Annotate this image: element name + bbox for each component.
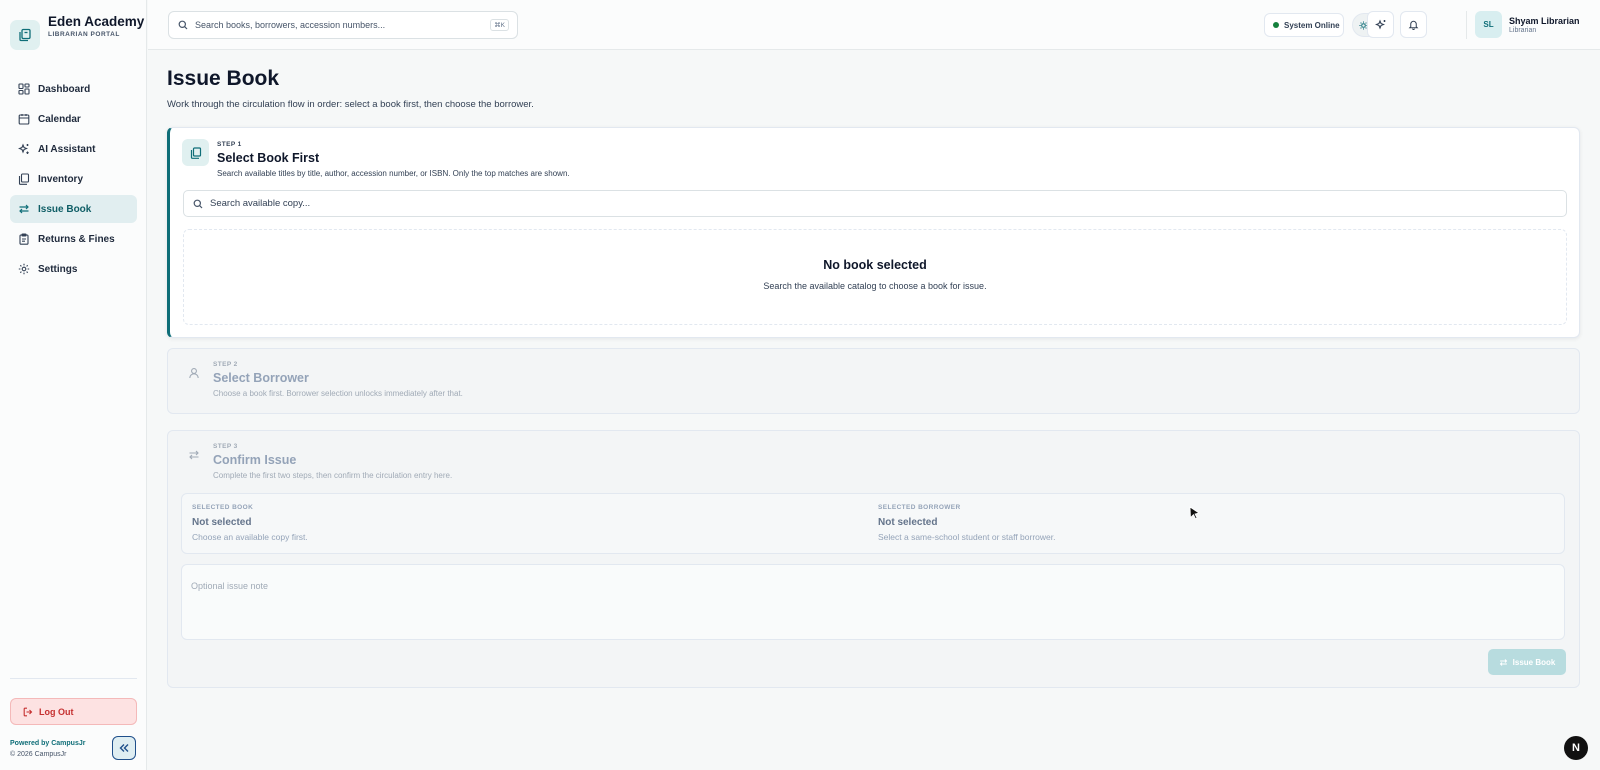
brand-portal: LIBRARIAN PORTAL [48, 31, 120, 38]
step-3-card: STEP 3 Confirm Issue Complete the first … [167, 430, 1580, 688]
empty-state-title: No book selected [823, 258, 927, 272]
selection-summary: SELECTED BOOK Not selected Choose an ava… [181, 493, 1565, 554]
search-placeholder: Search books, borrowers, accession numbe… [195, 20, 386, 30]
step-1-description: Search available titles by title, author… [217, 169, 570, 178]
sidebar-item-ai-assistant[interactable]: AI Assistant [10, 135, 137, 163]
brand-name: Eden Academy [48, 14, 145, 29]
transfer-icon [19, 204, 29, 214]
powered-by: Powered by CampusJr [10, 740, 86, 747]
notifications-button[interactable] [1400, 11, 1427, 38]
sidebar-item-inventory[interactable]: Inventory [10, 165, 137, 193]
copy-search-input[interactable]: Search available copy... [183, 190, 1567, 217]
step-2-label: STEP 2 [213, 361, 238, 368]
logout-icon [23, 707, 33, 716]
search-icon [193, 199, 203, 208]
copyright: © 2026 CampusJr [10, 751, 67, 758]
step-2-card: STEP 2 Select Borrower Choose a book fir… [167, 348, 1580, 414]
gear-icon [18, 263, 30, 275]
topbar-divider [1466, 11, 1467, 39]
sidebar-item-calendar[interactable]: Calendar [10, 105, 137, 133]
sidebar-item-label: Inventory [38, 173, 84, 185]
selected-borrower-hint: Select a same-school student or staff bo… [878, 532, 1056, 542]
clipboard-icon [19, 233, 29, 245]
empty-state-description: Search the available catalog to choose a… [763, 281, 987, 291]
user-menu[interactable]: SL Shyam Librarian Librarian [1475, 11, 1580, 38]
page-title: Issue Book [167, 67, 280, 90]
search-icon [178, 20, 188, 30]
step-2-title: Select Borrower [213, 371, 309, 385]
user-icon [180, 359, 207, 386]
collapse-sidebar-button[interactable] [112, 736, 136, 760]
selected-book-value: Not selected [192, 517, 252, 528]
books-icon [18, 173, 30, 185]
mouse-cursor-icon [1189, 506, 1200, 520]
sidebar-item-label: Calendar [38, 113, 81, 125]
sidebar-item-issue-book[interactable]: Issue Book [10, 195, 137, 223]
step-1-label: STEP 1 [217, 141, 242, 148]
transfer-icon [1499, 658, 1507, 666]
selected-borrower-label: SELECTED BORROWER [878, 504, 961, 511]
sidebar-item-dashboard[interactable]: Dashboard [10, 75, 137, 103]
issue-book-button[interactable]: Issue Book [1488, 649, 1566, 675]
issue-note-placeholder: Optional issue note [191, 581, 269, 591]
global-search-input[interactable]: Search books, borrowers, accession numbe… [168, 11, 518, 39]
step-3-description: Complete the first two steps, then confi… [213, 471, 453, 480]
logout-button[interactable]: Log Out [10, 698, 137, 725]
selected-borrower-value: Not selected [878, 517, 938, 528]
issue-book-button-label: Issue Book [1512, 657, 1556, 667]
topbar: Search books, borrowers, accession numbe… [148, 0, 1600, 50]
step-2-description: Choose a book first. Borrower selection … [213, 389, 463, 398]
ai-sparkles-button[interactable] [1367, 11, 1394, 38]
books-logo-icon [10, 20, 40, 50]
book-icon [182, 139, 209, 166]
sidebar-item-label: Returns & Fines [38, 233, 115, 245]
selected-book-hint: Choose an available copy first. [192, 532, 308, 542]
double-chevron-left-icon [119, 744, 129, 752]
selected-borrower: SELECTED BORROWER Not selected Select a … [878, 504, 1056, 542]
step-1-title: Select Book First [217, 151, 320, 165]
issue-note-textarea[interactable]: Optional issue note [181, 564, 1565, 640]
sidebar: Eden Academy LIBRARIAN PORTAL Dashboard … [0, 0, 147, 770]
sidebar-item-label: Issue Book [38, 203, 92, 215]
step-3-title: Confirm Issue [213, 453, 297, 467]
sparkles-icon [1374, 19, 1385, 29]
sidebar-item-label: Settings [38, 263, 78, 275]
step-3-label: STEP 3 [213, 443, 238, 450]
sidebar-divider [10, 678, 137, 679]
copy-search-placeholder: Search available copy... [210, 198, 311, 209]
empty-state: No book selected Search the available ca… [183, 229, 1567, 325]
user-role: Librarian [1509, 26, 1537, 34]
sidebar-item-label: Dashboard [38, 83, 91, 95]
step-1-card: STEP 1 Select Book First Search availabl… [167, 127, 1580, 338]
calendar-icon [18, 114, 30, 125]
sidebar-item-returns-fines[interactable]: Returns & Fines [10, 225, 137, 253]
sidebar-item-settings[interactable]: Settings [10, 255, 137, 283]
system-status-badge: System Online [1264, 13, 1344, 37]
sidebar-nav: Dashboard Calendar AI Assistant Inventor… [10, 75, 137, 285]
dashboard-icon [18, 83, 30, 95]
status-text: System Online [1284, 20, 1340, 30]
transfer-icon [180, 441, 207, 468]
selected-book: SELECTED BOOK Not selected Choose an ava… [192, 504, 308, 542]
dev-badge[interactable]: N [1564, 736, 1588, 760]
brand[interactable]: Eden Academy LIBRARIAN PORTAL [10, 14, 144, 50]
avatar: SL [1475, 11, 1502, 38]
logout-label: Log Out [39, 706, 74, 717]
sparkles-icon [18, 143, 29, 154]
selected-book-label: SELECTED BOOK [192, 504, 254, 511]
bell-icon [1408, 20, 1419, 30]
search-shortcut: ⌘K [490, 19, 509, 31]
user-name: Shyam Librarian [1509, 15, 1580, 26]
page-subtitle: Work through the circulation flow in ord… [167, 99, 534, 110]
sidebar-item-label: AI Assistant [38, 143, 96, 155]
status-dot-icon [1273, 22, 1279, 28]
